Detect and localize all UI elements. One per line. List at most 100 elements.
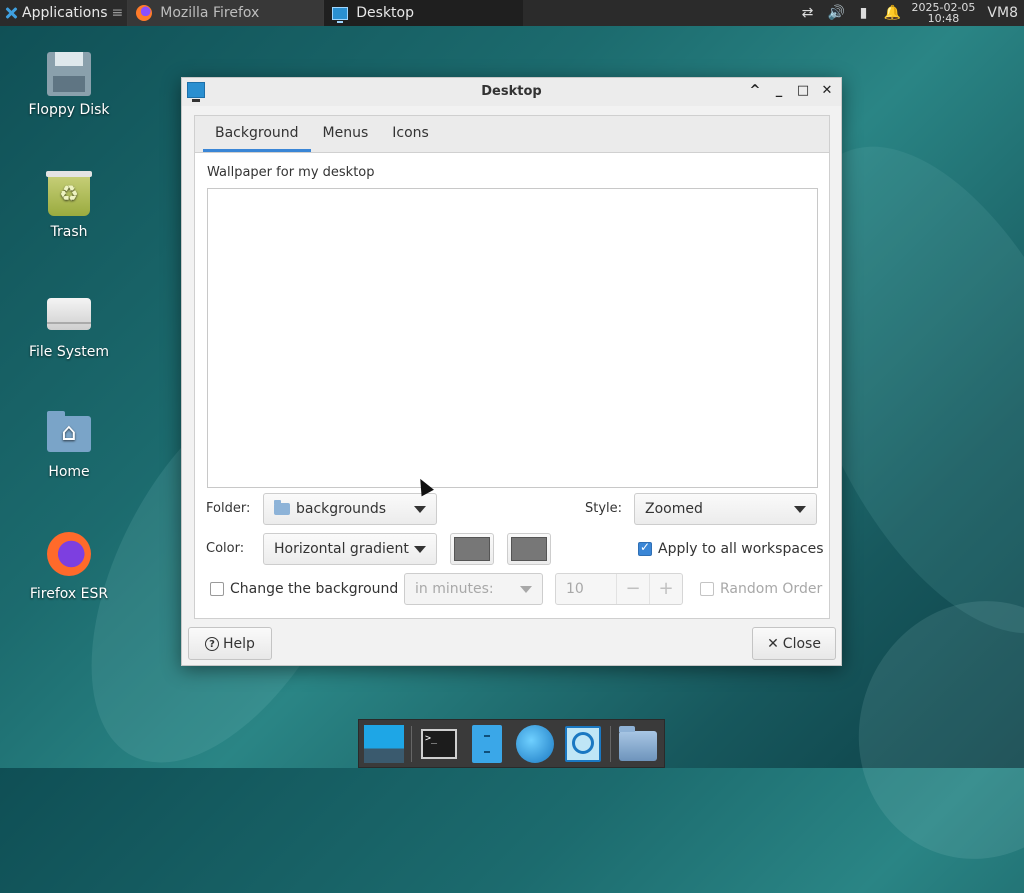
show-desktop-icon bbox=[364, 724, 404, 763]
interval-spinbox[interactable]: 10 − + bbox=[555, 573, 683, 605]
firefox-icon bbox=[47, 532, 91, 576]
tab-menus[interactable]: Menus bbox=[311, 116, 381, 152]
folder-icon bbox=[274, 500, 290, 515]
window-titlebar[interactable]: Desktop ^ _ □ ✕ bbox=[182, 78, 841, 106]
style-value: Zoomed bbox=[645, 501, 703, 517]
interval-value[interactable]: 10 bbox=[556, 581, 616, 597]
color-label: Color: bbox=[206, 541, 245, 556]
folder-launcher[interactable] bbox=[617, 724, 659, 764]
maximize-icon[interactable]: □ bbox=[795, 83, 811, 99]
style-label: Style: bbox=[585, 501, 623, 516]
taskbar-item-label: Desktop bbox=[356, 5, 415, 21]
apply-all-workspaces-label: Apply to all workspaces bbox=[658, 541, 824, 557]
change-background-checkbox[interactable] bbox=[210, 582, 224, 596]
color-style-combo[interactable]: Horizontal gradient bbox=[263, 533, 437, 565]
host-label[interactable]: VM8 bbox=[987, 5, 1018, 21]
window-title: Desktop bbox=[481, 84, 542, 99]
battery-icon[interactable]: ▮ bbox=[855, 5, 871, 21]
home-folder-icon bbox=[47, 411, 91, 452]
desktop-icon-label: Firefox ESR bbox=[29, 586, 109, 602]
desktop-icon-home[interactable]: Home bbox=[14, 410, 124, 480]
magnifier-icon bbox=[565, 725, 601, 762]
applications-label: Applications bbox=[22, 5, 108, 21]
xfce-logo-icon bbox=[4, 6, 18, 20]
wallpaper-section-label: Wallpaper for my desktop bbox=[207, 165, 375, 180]
desktop-icon-label: Home bbox=[48, 464, 90, 480]
network-icon[interactable]: ⇄ bbox=[799, 5, 815, 21]
desktop-icon-label: Floppy Disk bbox=[28, 102, 110, 118]
color-style-value: Horizontal gradient bbox=[274, 541, 409, 557]
change-background-toggle[interactable]: Change the background bbox=[210, 581, 398, 597]
desktop-icon-floppy-disk[interactable]: Floppy Disk bbox=[14, 52, 124, 118]
taskbar-item-firefox[interactable]: Mozilla Firefox bbox=[127, 0, 324, 26]
change-background-label: Change the background bbox=[230, 581, 399, 597]
folder-icon bbox=[619, 725, 657, 761]
terminal-launcher[interactable]: >_ bbox=[418, 724, 460, 764]
tab-bar: Background Menus Icons bbox=[195, 116, 829, 153]
show-desktop-button[interactable] bbox=[363, 724, 405, 764]
primary-color-button[interactable] bbox=[450, 533, 494, 565]
desktop-icon-label: Trash bbox=[50, 224, 88, 240]
app-finder-launcher[interactable] bbox=[562, 724, 604, 764]
minimize-icon[interactable]: _ bbox=[771, 83, 787, 99]
system-tray: ⇄ 🔊 ▮ 🔔 2025-02-05 10:48 VM8 bbox=[799, 0, 1024, 26]
chevron-down-icon bbox=[414, 506, 426, 513]
clock[interactable]: 2025-02-05 10:48 bbox=[911, 2, 975, 24]
dock-separator bbox=[610, 725, 611, 762]
close-icon: ✕ bbox=[767, 635, 779, 652]
web-browser-launcher[interactable] bbox=[514, 724, 556, 764]
file-manager-launcher[interactable] bbox=[466, 724, 508, 764]
close-button-label: Close bbox=[782, 635, 821, 652]
volume-icon[interactable]: 🔊 bbox=[827, 5, 844, 21]
apply-all-workspaces-checkbox[interactable] bbox=[638, 540, 652, 556]
firefox-icon bbox=[136, 5, 153, 21]
desktop-icon-trash[interactable]: Trash bbox=[14, 171, 124, 240]
desktop-icon-file-system[interactable]: File System bbox=[14, 290, 124, 360]
hard-drive-icon bbox=[47, 298, 91, 330]
tab-background[interactable]: Background bbox=[203, 116, 311, 152]
style-combo[interactable]: Zoomed bbox=[634, 493, 817, 525]
desktop-settings-icon bbox=[332, 6, 349, 23]
increment-icon[interactable]: + bbox=[649, 574, 682, 604]
help-button-label: Help bbox=[223, 635, 255, 652]
desktop-icon-label: File System bbox=[28, 344, 110, 360]
random-order-toggle[interactable]: Random Order bbox=[700, 581, 822, 597]
primary-color-swatch bbox=[454, 537, 490, 561]
help-button[interactable]: ? Help bbox=[188, 627, 272, 660]
folder-value: backgrounds bbox=[296, 501, 387, 517]
taskbar-item-desktop[interactable]: Desktop bbox=[323, 0, 524, 26]
shade-icon[interactable]: ^ bbox=[747, 83, 763, 99]
taskbar-item-label: Mozilla Firefox bbox=[160, 5, 260, 21]
close-button[interactable]: ✕ Close bbox=[752, 627, 836, 660]
bottom-dock: >_ bbox=[358, 719, 665, 768]
floppy-disk-icon bbox=[47, 52, 91, 96]
decrement-icon[interactable]: − bbox=[616, 574, 649, 604]
clock-time: 10:48 bbox=[927, 12, 960, 25]
help-icon: ? bbox=[205, 636, 220, 651]
desktop-settings-window: Desktop ^ _ □ ✕ Background Menus Icons W… bbox=[181, 77, 842, 666]
notification-bell-icon[interactable]: 🔔 bbox=[883, 5, 900, 21]
applications-menu-button[interactable]: Applications ≡ bbox=[0, 0, 127, 26]
apply-all-workspaces-toggle[interactable]: Apply to all workspaces bbox=[638, 540, 824, 557]
trash-icon bbox=[46, 171, 92, 216]
folder-label: Folder: bbox=[206, 501, 251, 516]
chevron-down-icon bbox=[414, 546, 426, 553]
globe-icon bbox=[516, 724, 554, 763]
random-order-checkbox[interactable] bbox=[700, 582, 714, 596]
chevron-down-icon bbox=[520, 586, 532, 593]
tab-icons[interactable]: Icons bbox=[380, 116, 441, 152]
wallpaper-list[interactable] bbox=[207, 188, 818, 488]
top-panel: Applications ≡ Mozilla Firefox Desktop ⇄… bbox=[0, 0, 1024, 26]
interval-unit-value: in minutes: bbox=[415, 581, 494, 597]
terminal-icon: >_ bbox=[421, 728, 457, 759]
interval-unit-combo[interactable]: in minutes: bbox=[404, 573, 543, 605]
file-cabinet-icon bbox=[472, 724, 502, 763]
dock-separator bbox=[411, 725, 412, 762]
random-order-label: Random Order bbox=[720, 581, 823, 597]
secondary-color-swatch bbox=[511, 537, 547, 561]
folder-combo[interactable]: backgrounds bbox=[263, 493, 437, 525]
secondary-color-button[interactable] bbox=[507, 533, 551, 565]
desktop-icon-firefox-esr[interactable]: Firefox ESR bbox=[14, 532, 124, 602]
close-icon[interactable]: ✕ bbox=[819, 83, 835, 99]
chevron-down-icon bbox=[794, 506, 806, 513]
